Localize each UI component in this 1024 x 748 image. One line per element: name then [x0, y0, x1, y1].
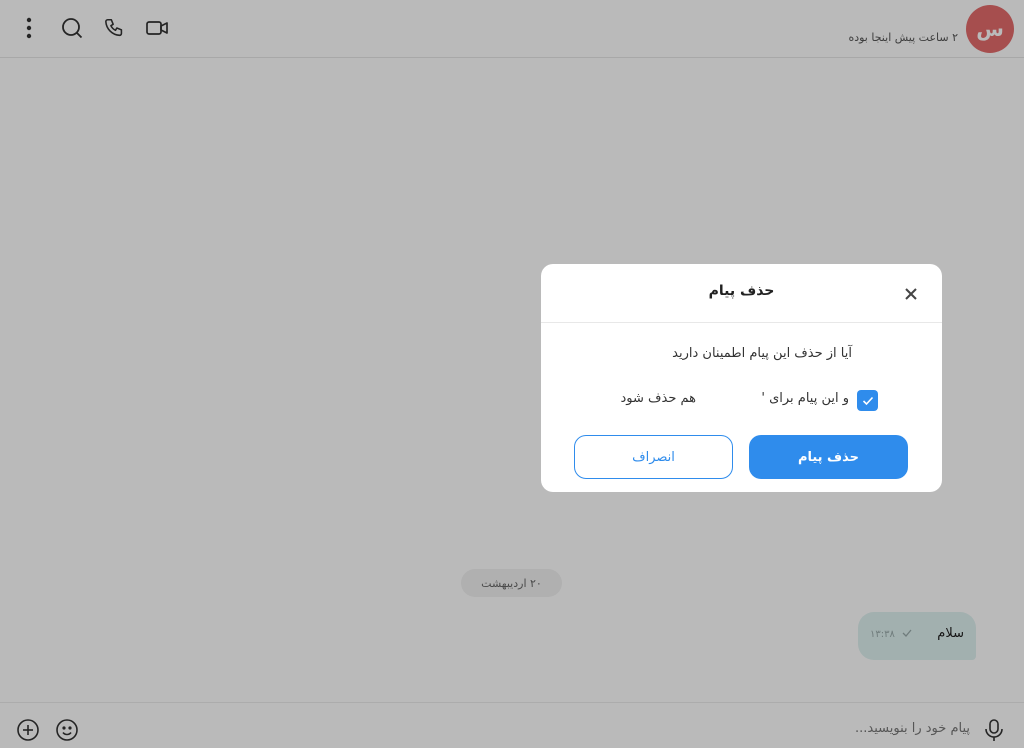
check-icon: [862, 396, 873, 405]
dialog-header: حذف پیام: [541, 264, 942, 323]
delete-message-button[interactable]: حذف پیام: [749, 435, 908, 479]
dialog-title: حذف پیام: [708, 283, 775, 299]
checkbox-label-suffix: هم حذف شود: [620, 391, 696, 406]
checkbox-label: و این پیام برای ': [761, 391, 849, 406]
close-icon[interactable]: [901, 284, 921, 304]
dialog-question: آیا از حذف این پیام اطمینان دارید: [672, 346, 852, 361]
delete-for-everyone-checkbox[interactable]: [857, 390, 878, 411]
cancel-button[interactable]: انصراف: [574, 435, 733, 479]
delete-message-dialog: حذف پیام آیا از حذف این پیام اطمینان دار…: [541, 264, 942, 492]
